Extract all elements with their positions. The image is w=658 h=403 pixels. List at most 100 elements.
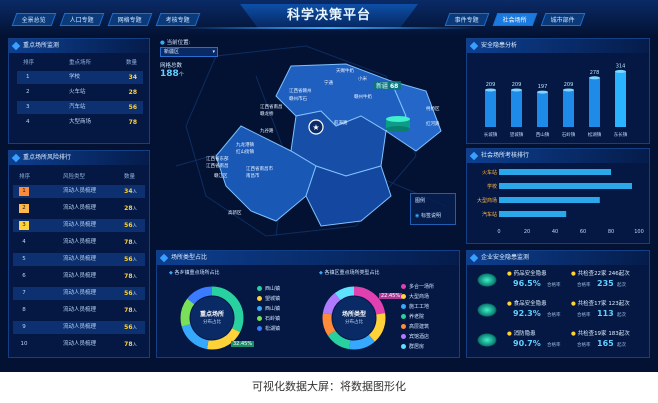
social-bar[interactable] [499,169,611,175]
safety-bar-cap [589,76,600,80]
map-label: 小米 [358,77,367,82]
enterprise-row[interactable]: ● 消防隐患 90.7% 合格率 ● 共检查19家 183起次 合格率 165 起次 [467,327,651,355]
header-cell: 风险类型 [63,174,86,180]
legend-label: 西山镇 [265,306,281,312]
place-type-panel: 场所类型占比 ◆ 各乡镇重点场所占比 ◆ 各镇区重点场所类型占比 重点场所 分布… [156,250,460,358]
legend-label: 群居房 [409,344,425,350]
location-label: 当前位置: [166,40,191,46]
map-label: 九谷路 [260,129,274,134]
enterprise-total: ● 共检查19家 183起次 [571,331,630,337]
table-row[interactable]: 2 火车站 28 [17,86,143,99]
map-region-south[interactable] [305,165,392,227]
nav-population[interactable]: 人口专题 [59,13,105,26]
legend-label: 松湖镇 [265,326,281,332]
table-row[interactable]: 5 流动人员梳理 56人 [13,253,145,266]
safety-bar[interactable] [485,89,496,127]
map-badge[interactable]: 新疆 68 [373,81,402,90]
count-cell: 56人 [124,287,137,301]
social-bar[interactable] [499,211,567,217]
safety-bar[interactable] [537,92,548,127]
enterprise-rows: ● 药品安全隐患 96.5% 合格率 ● 共检查22家 246起次 合格率 235 起次 ● … [467,267,651,357]
name-cell: 大型商场 [69,119,92,125]
social-bar-category: 大型商场 [477,197,497,204]
header-cell: 排序 [23,60,35,66]
safety-bar[interactable] [563,89,574,127]
location-select[interactable]: 新疆区 ▾ [160,47,218,57]
left-donut-pct: 32.45% [231,341,255,347]
safety-panel: 安全隐患分析 209 长城镇 209 望城镇 197 西山镇 209 石岭镇 278 松湖镇 314… [466,38,650,144]
safety-bar-category: 石岭镇 [562,131,576,138]
type-cell: 流动人员梳理 [63,222,97,228]
enterprise-qualified: 165 [597,339,614,348]
social-rank-title: 社会场所考核排行 [467,149,649,163]
table-row[interactable]: 1 流动人员梳理 34人 [13,185,145,198]
rank-cell: 6 [22,273,26,279]
legend-item: 石岭镇 [257,315,280,322]
table-row[interactable]: 4 大型商场 78 [17,116,143,129]
enterprise-pct: 90.7% [513,339,541,348]
legend-item: ◉ 标签说明 [415,212,441,219]
platform-icon [477,333,497,347]
table-row[interactable]: 1 学校 34 [17,71,143,84]
table-row[interactable]: 10 流动人员梳理 78人 [13,338,145,351]
count-cell: 34 [128,74,137,81]
nav-assessment[interactable]: 考核专题 [155,13,201,26]
nav-city-parts[interactable]: 城市部件 [540,13,586,26]
enterprise-pct: 96.5% [513,279,541,288]
social-axis-tick: 100 [634,229,644,235]
nav-social-places[interactable]: 社会场所 [492,13,538,26]
safety-bar[interactable] [511,89,522,127]
legend-label: 大型商场 [409,294,430,300]
safety-bar[interactable] [589,77,600,127]
rank-cell: 7 [22,290,26,296]
map-label: 红河路 [426,122,440,127]
safety-bar-category: 松湖镇 [588,131,602,138]
map-badge-name: 新疆 [376,83,389,90]
table-header: 排序 重点场所 数量 [17,57,143,70]
legend-dot [401,324,406,329]
table-row[interactable]: 9 流动人员梳理 56人 [13,321,145,334]
rank-cell: 10 [20,341,28,347]
legend-dot [257,296,262,301]
table-row[interactable]: 2 流动人员梳理 28人 [13,202,145,215]
count-unit: 人 [132,258,138,263]
left-pie-subtitle: ◆ 各乡镇重点场所占比 [169,270,220,276]
table-row[interactable]: 7 流动人员梳理 56人 [13,287,145,300]
safety-bar-chart: 209 长城镇 209 望城镇 197 西山镇 209 石岭镇 278 松湖镇 314 东长镇 [484,63,628,138]
enterprise-qualified-label: 合格率 [577,283,591,288]
count-value: 78 [124,273,133,280]
chevron-down-icon: ▾ [212,49,215,55]
enterprise-issues: 183起次 [608,331,630,337]
table-row[interactable]: 3 流动人员梳理 56人 [13,219,145,232]
social-bar-category: 火车站 [482,169,497,176]
map-label: 江西省南昌 [260,105,283,110]
legend-dot [257,316,262,321]
nav-overview[interactable]: 全景总览 [11,13,57,26]
table-row[interactable]: 6 流动人员梳理 78人 [13,270,145,283]
social-bar[interactable] [499,197,600,203]
table-row[interactable]: 4 流动人员梳理 78人 [13,236,145,249]
place-monitor-title: 重点场所监测 [9,39,149,53]
count-cell: 56人 [124,219,137,233]
count-unit: 人 [132,275,138,280]
social-rank-chart: 火车站学校大型商场汽车站 0 20 40 60 80 100 [477,169,644,235]
enterprise-unit: 起次 [617,313,626,318]
legend-item-label: 标签说明 [420,213,441,219]
rank-cell: 3 [26,104,30,110]
map-label: 赣龙桥 [260,112,274,117]
safety-title: 安全隐患分析 [467,39,649,53]
enterprise-row[interactable]: ● 食品安全隐患 92.3% 合格率 ● 共检查17家 123起次 合格率 113 起次 [467,297,651,325]
right-pie-subtitle: ◆ 各镇区重点场所类型占比 [319,270,380,276]
nav-grid[interactable]: 网格专题 [107,13,153,26]
legend-dot [401,314,406,319]
nav-events[interactable]: 事件专题 [444,13,490,26]
donut-center [190,296,234,340]
enterprise-row[interactable]: ● 药品安全隐患 96.5% 合格率 ● 共检查22家 246起次 合格率 235 起次 [467,267,651,295]
table-row[interactable]: 3 汽车站 56 [17,101,143,114]
nav-label: 社会场所 [502,17,527,24]
safety-bar-cap [563,88,574,92]
safety-bar[interactable] [615,71,626,127]
grid-total-label: 网格总数 [160,63,183,69]
social-bar[interactable] [499,183,632,189]
table-row[interactable]: 8 流动人员梳理 78人 [13,304,145,317]
